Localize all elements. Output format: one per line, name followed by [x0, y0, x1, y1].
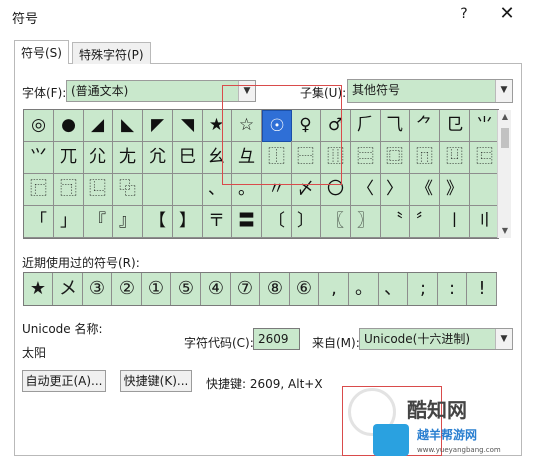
symbol-cell[interactable]: ◎ — [24, 110, 54, 142]
symbol-grid-scrollbar[interactable]: ▲ ▼ — [497, 110, 511, 238]
symbol-cell[interactable] — [470, 174, 500, 206]
from-dropdown[interactable]: Unicode(十六进制) ▼ — [359, 328, 513, 350]
font-label: 字体(F): — [22, 86, 67, 100]
watermark-url: www.yueyangbang.com — [417, 446, 501, 454]
help-button[interactable]: ? — [455, 5, 473, 23]
recent-symbol-cell[interactable]: ① — [142, 273, 171, 305]
from-value: Unicode(十六进制) — [364, 332, 471, 346]
close-button[interactable]: ✕ — [497, 4, 517, 24]
symbol-cell[interactable] — [143, 174, 173, 206]
symbol-cell[interactable]: ◥ — [173, 110, 203, 142]
tab-symbols[interactable]: 符号(S) — [14, 40, 69, 64]
symbol-cell[interactable]: 】 — [173, 206, 203, 238]
char-code-label: 字符代码(C): — [184, 336, 254, 350]
chevron-down-icon[interactable]: ▼ — [495, 80, 512, 102]
watermark-badge-icon — [373, 424, 409, 456]
symbol-cell[interactable]: ⿻ — [113, 174, 143, 206]
recent-symbol-cell[interactable]: ! — [468, 273, 497, 305]
unicode-name-label: Unicode 名称: — [22, 322, 103, 336]
symbol-cell[interactable]: 〓 — [232, 206, 262, 238]
symbol-cell[interactable]: ⺑ — [143, 142, 173, 174]
symbol-cell[interactable]: 〉 — [380, 174, 410, 206]
tab-special-characters[interactable]: 特殊字符(P) — [72, 42, 151, 64]
symbol-cell[interactable]: ⿶ — [440, 142, 470, 174]
symbol-cell[interactable]: 〖 — [321, 206, 351, 238]
recent-symbol-cell[interactable]: , — [320, 273, 349, 305]
title-bar: 符号 ? ✕ — [0, 0, 536, 30]
font-value: (普通文本) — [71, 84, 129, 98]
symbol-cell[interactable]: 』 — [113, 206, 143, 238]
symbol-cell[interactable]: 〗 — [351, 206, 381, 238]
symbol-cell[interactable]: 〡 — [440, 206, 470, 238]
symbol-cell[interactable]: ⿳ — [351, 142, 381, 174]
symbol-cell[interactable]: ⿺ — [83, 174, 113, 206]
recent-symbol-cell[interactable]: ③ — [83, 273, 112, 305]
recent-symbol-cell[interactable]: 、 — [379, 273, 408, 305]
window-title: 符号 — [12, 12, 39, 27]
watermark: 酷知网 越羊帮游网 www.yueyangbang.com — [343, 382, 536, 464]
symbol-cell[interactable]: ◢ — [83, 110, 113, 142]
watermark-brand: 酷知网 — [407, 398, 467, 422]
recent-symbol-cell[interactable]: 。 — [350, 273, 379, 305]
symbol-cell[interactable]: ⿷ — [470, 142, 500, 174]
symbol-cell[interactable]: ⺄ — [380, 110, 410, 142]
symbol-cell[interactable]: ⺌ — [470, 110, 500, 142]
recent-symbols-strip: ★ メ ③ ② ① ⑤ ④ ⑦ ⑧ ⑥,。、;:! — [23, 272, 497, 306]
watermark-sub: 越羊帮游网 — [417, 428, 478, 442]
symbol-cell[interactable]: 」 — [54, 206, 84, 238]
symbol-cell[interactable]: ⿵ — [410, 142, 440, 174]
recent-label: 近期使用过的符号(R): — [22, 256, 140, 270]
symbol-cell[interactable]: 〈 — [351, 174, 381, 206]
symbol-cell[interactable]: 》 — [440, 174, 470, 206]
symbol-cell[interactable]: 『 — [83, 206, 113, 238]
from-label: 来自(M): — [312, 336, 360, 350]
symbol-cell[interactable]: ⿹ — [54, 174, 84, 206]
symbol-cell[interactable]: ⺍ — [24, 142, 54, 174]
symbol-cell[interactable] — [173, 174, 203, 206]
symbol-cell[interactable]: 〕 — [291, 206, 321, 238]
shortcut-text: 快捷键: 2609, Alt+X — [206, 377, 323, 391]
scroll-up-icon[interactable]: ▲ — [498, 110, 512, 124]
symbol-cell[interactable]: 〔 — [262, 206, 292, 238]
recent-symbol-cell[interactable]: ⑥ — [290, 273, 319, 305]
recent-symbol-cell[interactable]: ② — [113, 273, 142, 305]
annotation-box-selection — [222, 85, 342, 185]
recent-symbol-cell[interactable]: ; — [409, 273, 438, 305]
scroll-thumb[interactable] — [501, 128, 509, 148]
symbol-cell[interactable]: 〝 — [380, 206, 410, 238]
autocorrect-button[interactable]: 自动更正(A)... — [22, 370, 106, 392]
symbol-cell[interactable]: ⺋ — [440, 110, 470, 142]
symbol-cell[interactable]: 【 — [143, 206, 173, 238]
symbol-cell[interactable]: 〢 — [470, 206, 500, 238]
recent-symbol-cell[interactable]: ④ — [202, 273, 231, 305]
chevron-down-icon[interactable]: ▼ — [495, 329, 512, 349]
recent-symbol-cell[interactable]: ⑧ — [261, 273, 290, 305]
scroll-down-icon[interactable]: ▼ — [498, 224, 512, 238]
unicode-name-value: 太阳 — [22, 346, 47, 360]
symbol-cell[interactable]: 〒 — [202, 206, 232, 238]
symbol-cell[interactable]: ⺎ — [54, 142, 84, 174]
symbol-cell[interactable]: ● — [54, 110, 84, 142]
recent-symbol-cell[interactable]: ★ — [24, 273, 53, 305]
recent-symbol-cell[interactable]: ⑤ — [172, 273, 201, 305]
symbol-cell[interactable]: 「 — [24, 206, 54, 238]
symbol-cell[interactable]: ⺏ — [83, 142, 113, 174]
char-code-input[interactable]: 2609 — [253, 328, 300, 350]
symbol-cell[interactable]: ◣ — [113, 110, 143, 142]
recent-symbol-cell[interactable]: メ — [54, 273, 83, 305]
recent-symbol-cell[interactable]: : — [438, 273, 467, 305]
symbol-cell[interactable]: ⿴ — [380, 142, 410, 174]
subset-dropdown[interactable]: 其他符号 ▼ — [347, 79, 513, 103]
symbol-cell[interactable]: ⺐ — [113, 142, 143, 174]
subset-value: 其他符号 — [352, 83, 401, 97]
symbol-cell[interactable]: 《 — [410, 174, 440, 206]
recent-symbol-cell[interactable]: ⑦ — [231, 273, 260, 305]
shortcut-key-button[interactable]: 快捷键(K)... — [120, 370, 192, 392]
symbol-cell[interactable]: ⺁ — [351, 110, 381, 142]
symbol-cell[interactable]: ⺒ — [173, 142, 203, 174]
symbol-cell[interactable]: ⿸ — [24, 174, 54, 206]
symbol-cell[interactable]: 〞 — [410, 206, 440, 238]
symbol-cell[interactable]: ◤ — [143, 110, 173, 142]
symbol-cell[interactable]: ⺈ — [410, 110, 440, 142]
